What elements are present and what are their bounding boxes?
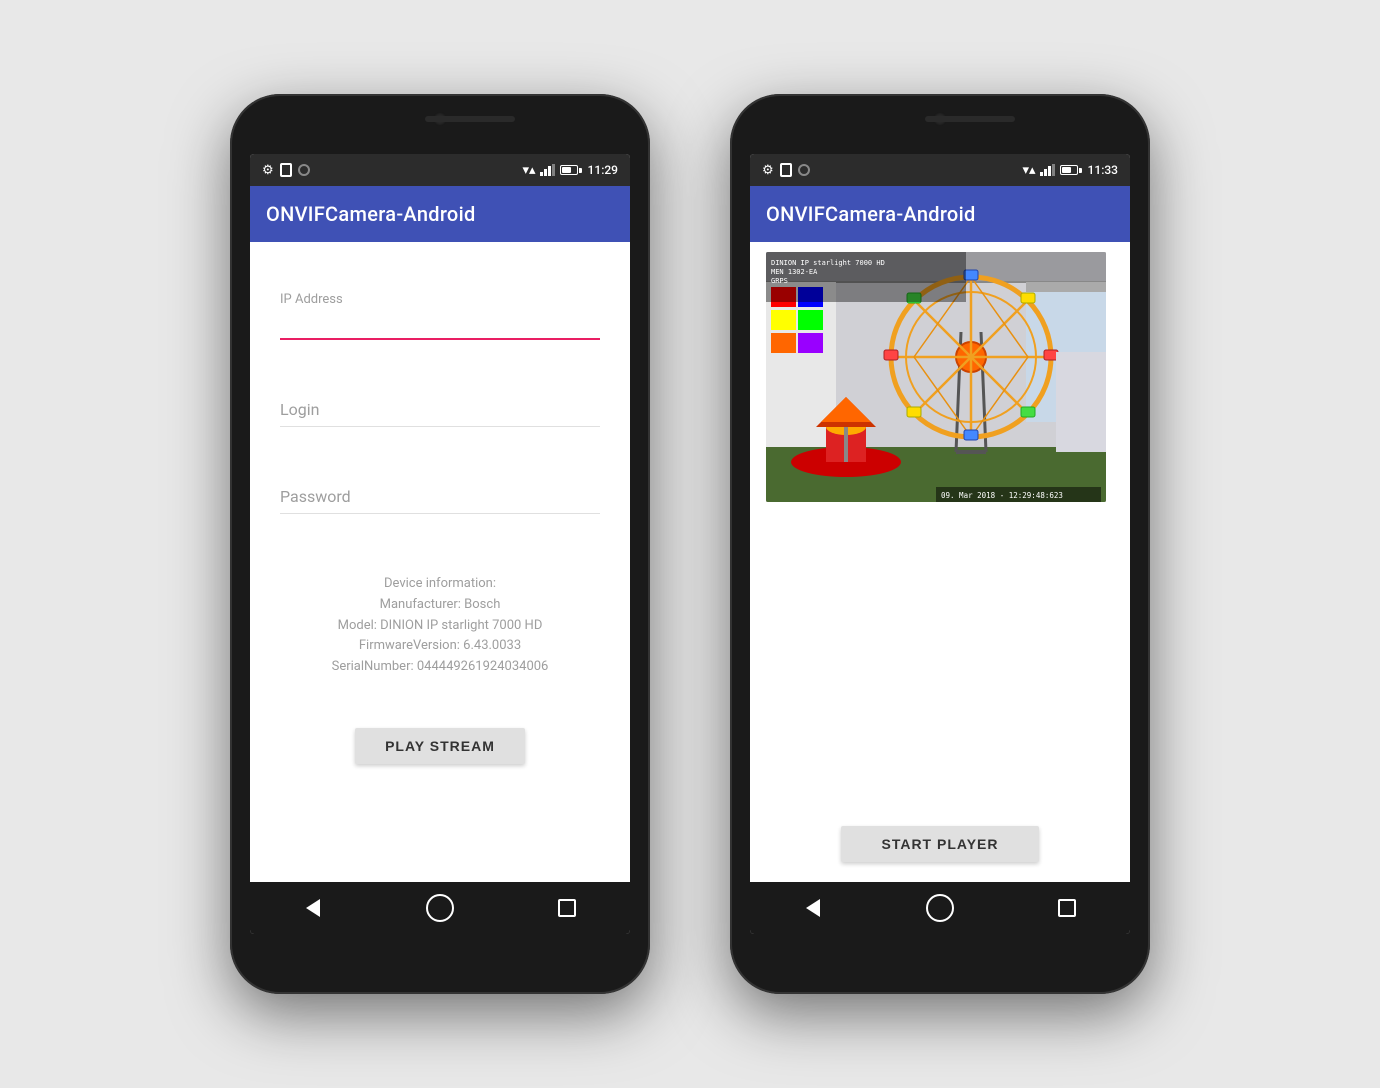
gear-icon: ⚙ <box>262 163 274 178</box>
nav-home-button-1[interactable] <box>420 888 460 928</box>
stream-area: DINION IP starlight 7000 HD MEN 1302-EA … <box>750 242 1130 806</box>
device-info: Device information: Manufacturer: Bosch … <box>280 574 600 678</box>
nav-back-button-1[interactable] <box>293 888 333 928</box>
speaker-1 <box>425 116 515 122</box>
ip-address-label: IP Address <box>280 292 343 307</box>
status-time-2: 11:33 <box>1088 163 1118 177</box>
recent-icon-2 <box>1058 899 1076 917</box>
screen-2: ⚙ ▾▴ 11:33 <box>750 154 1130 934</box>
status-icons-right-2: ▾▴ 11:33 <box>1022 163 1118 178</box>
login-input[interactable] <box>280 400 600 427</box>
phone-2: ⚙ ▾▴ 11:33 <box>730 94 1150 994</box>
speaker-2 <box>925 116 1015 122</box>
status-time-1: 11:29 <box>588 163 618 177</box>
svg-text:GRPS: GRPS <box>771 277 788 285</box>
battery-icon-2 <box>1060 165 1082 175</box>
sim-icon-2 <box>780 163 792 177</box>
app-title-2: ONVIFCamera-Android <box>766 202 976 226</box>
scene: ⚙ ▾▴ 11:29 <box>0 54 1380 1034</box>
app-title-1: ONVIFCamera-Android <box>266 202 476 226</box>
app-bar-1: ONVIFCamera-Android <box>250 186 630 242</box>
nav-back-button-2[interactable] <box>793 888 833 928</box>
nav-recent-button-1[interactable] <box>547 888 587 928</box>
gear-icon-2: ⚙ <box>762 163 774 178</box>
wifi-icon-2: ▾▴ <box>1022 163 1035 178</box>
svg-text:MEN 1302-EA: MEN 1302-EA <box>771 268 818 276</box>
back-icon-2 <box>806 899 820 917</box>
nav-home-button-2[interactable] <box>920 888 960 928</box>
device-info-line3: Model: DINION IP starlight 7000 HD <box>280 616 600 637</box>
device-info-line2: Manufacturer: Bosch <box>280 595 600 616</box>
home-icon-2 <box>926 894 954 922</box>
start-player-button[interactable]: START PLAYER <box>841 826 1038 862</box>
svg-text:DINION IP starlight 7000 HD: DINION IP starlight 7000 HD <box>771 259 885 267</box>
bottom-nav-1 <box>250 882 630 934</box>
play-stream-button[interactable]: PLAY STREAM <box>355 728 525 764</box>
circle-icon <box>298 164 310 176</box>
battery-icon <box>560 165 582 175</box>
screen-1: ⚙ ▾▴ 11:29 <box>250 154 630 934</box>
status-bar-2: ⚙ ▾▴ 11:33 <box>750 154 1130 186</box>
stream-view: DINION IP starlight 7000 HD MEN 1302-EA … <box>750 242 1130 882</box>
device-info-line4: FirmwareVersion: 6.43.0033 <box>280 636 600 657</box>
wifi-icon: ▾▴ <box>522 163 535 178</box>
password-input[interactable] <box>280 487 600 514</box>
app-bar-2: ONVIFCamera-Android <box>750 186 1130 242</box>
svg-text:09. Mar 2018 - 12:29:48:623: 09. Mar 2018 - 12:29:48:623 <box>941 491 1063 500</box>
ip-address-input[interactable] <box>280 312 600 340</box>
device-info-line5: SerialNumber: 044449261924034006 <box>280 657 600 678</box>
status-icons-left-2: ⚙ <box>762 163 810 178</box>
login-field[interactable]: Login <box>280 380 600 427</box>
signal-icon-2 <box>1040 164 1056 176</box>
device-info-line1: Device information: <box>280 574 600 595</box>
phone-1: ⚙ ▾▴ 11:29 <box>230 94 650 994</box>
status-icons-right-1: ▾▴ 11:29 <box>522 163 618 178</box>
nav-recent-button-2[interactable] <box>1047 888 1087 928</box>
video-frame: DINION IP starlight 7000 HD MEN 1302-EA … <box>766 252 1106 502</box>
video-content: DINION IP starlight 7000 HD MEN 1302-EA … <box>766 252 1106 502</box>
status-bar-1: ⚙ ▾▴ 11:29 <box>250 154 630 186</box>
back-icon-1 <box>306 899 320 917</box>
signal-icon <box>540 164 556 176</box>
bottom-nav-2 <box>750 882 1130 934</box>
ip-address-field[interactable]: IP Address <box>280 292 600 340</box>
start-player-area: START PLAYER <box>750 806 1130 882</box>
status-icons-left-1: ⚙ <box>262 163 310 178</box>
home-icon-1 <box>426 894 454 922</box>
circle-icon-2 <box>798 164 810 176</box>
screen-content-1: IP Address Login Password Device informa… <box>250 242 630 882</box>
sim-icon <box>280 163 292 177</box>
recent-icon-1 <box>558 899 576 917</box>
password-field[interactable]: Password <box>280 467 600 514</box>
